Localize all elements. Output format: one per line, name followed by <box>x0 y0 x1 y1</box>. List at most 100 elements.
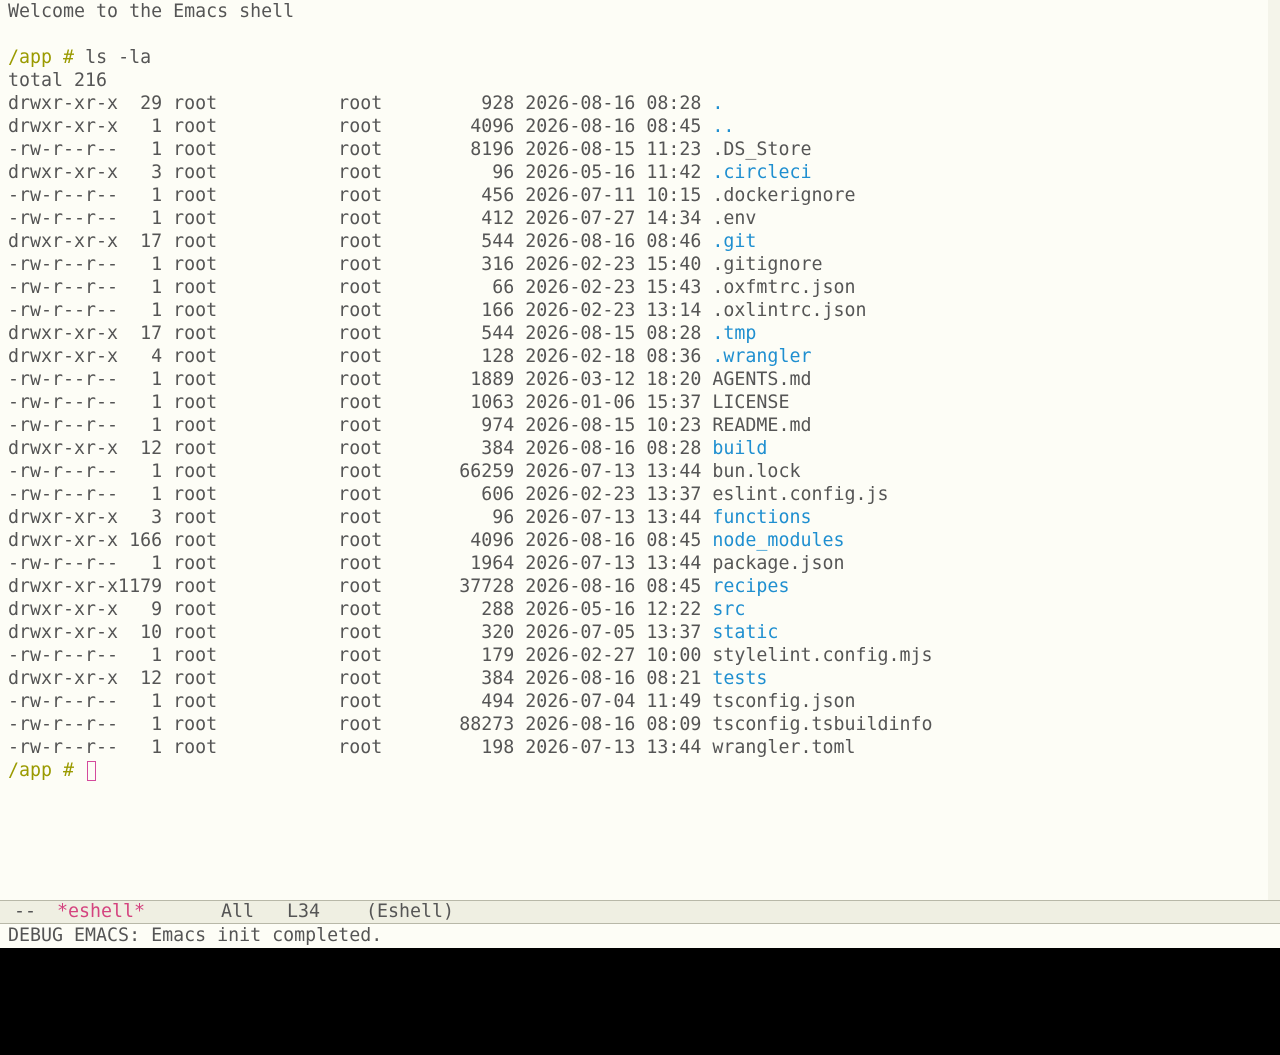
entry-meta: -rw-r--r-- 1 root root 1063 2026-01-06 1… <box>8 392 713 413</box>
listing-row: drwxr-xr-x 1 root root 4096 2026-08-16 0… <box>8 115 933 138</box>
listing-row: -rw-r--r-- 1 root root 974 2026-08-15 10… <box>8 414 933 437</box>
listing-row: -rw-r--r-- 1 root root 166 2026-02-23 13… <box>8 299 933 322</box>
listing-row: -rw-r--r-- 1 root root 456 2026-07-11 10… <box>8 184 933 207</box>
listing-row: drwxr-xr-x 3 root root 96 2026-07-13 13:… <box>8 506 933 529</box>
listing-row: drwxr-xr-x 12 root root 384 2026-08-16 0… <box>8 437 933 460</box>
file-name[interactable]: tsconfig.json <box>712 690 855 713</box>
ls-listing: drwxr-xr-x 29 root root 928 2026-08-16 0… <box>8 92 933 759</box>
entry-meta: drwxr-xr-x 3 root root 96 2026-07-13 13:… <box>8 507 713 528</box>
entry-meta: drwxr-xr-x 29 root root 928 2026-08-16 0… <box>8 93 713 114</box>
directory-name[interactable]: node_modules <box>712 529 844 552</box>
entry-meta: -rw-r--r-- 1 root root 1964 2026-07-13 1… <box>8 553 713 574</box>
file-name[interactable]: .DS_Store <box>712 138 811 161</box>
command-line: /app # ls -la <box>8 46 933 69</box>
entry-meta: -rw-r--r-- 1 root root 494 2026-07-04 11… <box>8 691 713 712</box>
file-name[interactable]: AGENTS.md <box>712 368 811 391</box>
file-name[interactable]: .env <box>712 207 756 230</box>
directory-name[interactable]: .git <box>712 230 756 253</box>
modeline-major-mode[interactable]: (Eshell) <box>366 901 454 923</box>
entry-meta: -rw-r--r-- 1 root root 316 2026-02-23 15… <box>8 254 713 275</box>
directory-name[interactable]: src <box>712 598 745 621</box>
entry-meta: drwxr-xr-x 4 root root 128 2026-02-18 08… <box>8 346 713 367</box>
entry-meta: -rw-r--r-- 1 root root 66259 2026-07-13 … <box>8 461 713 482</box>
current-prompt-line[interactable]: /app # <box>8 759 933 782</box>
file-name[interactable]: package.json <box>712 552 844 575</box>
file-name[interactable]: stylelint.config.mjs <box>712 644 932 667</box>
entry-meta: drwxr-xr-x 10 root root 320 2026-07-05 1… <box>8 622 713 643</box>
text-cursor <box>87 760 97 781</box>
modeline-line-number: L34 <box>287 901 321 922</box>
file-name[interactable]: README.md <box>712 414 811 437</box>
eshell-buffer[interactable]: Welcome to the Emacs shell /app # ls -la… <box>0 0 1268 900</box>
listing-row: -rw-r--r-- 1 root root 1063 2026-01-06 1… <box>8 391 933 414</box>
file-name[interactable]: wrangler.toml <box>712 736 855 759</box>
entry-meta: drwxr-xr-x 17 root root 544 2026-08-16 0… <box>8 231 713 252</box>
file-name[interactable]: LICENSE <box>712 391 789 414</box>
modeline-status: -- <box>14 901 37 922</box>
directory-name[interactable]: recipes <box>712 575 789 598</box>
entry-meta: -rw-r--r-- 1 root root 606 2026-02-23 13… <box>8 484 713 505</box>
entry-meta: drwxr-xr-x 12 root root 384 2026-08-16 0… <box>8 668 713 689</box>
listing-row: drwxr-xr-x 3 root root 96 2026-05-16 11:… <box>8 161 933 184</box>
directory-name[interactable]: .circleci <box>712 161 811 184</box>
entry-meta: drwxr-xr-x 166 root root 4096 2026-08-16… <box>8 530 713 551</box>
total-line: total 216 <box>8 70 108 91</box>
entry-meta: drwxr-xr-x 12 root root 384 2026-08-16 0… <box>8 438 713 459</box>
prompt: /app # <box>8 760 75 781</box>
echo-message: DEBUG EMACS: Emacs init completed. <box>8 925 383 946</box>
directory-name[interactable]: functions <box>712 506 811 529</box>
listing-row: drwxr-xr-x 17 root root 544 2026-08-16 0… <box>8 230 933 253</box>
listing-row: -rw-r--r-- 1 root root 66259 2026-07-13 … <box>8 460 933 483</box>
file-name[interactable]: .gitignore <box>712 253 822 276</box>
welcome-line: Welcome to the Emacs shell <box>8 1 295 22</box>
listing-row: drwxr-xr-x 29 root root 928 2026-08-16 0… <box>8 92 933 115</box>
listing-row: -rw-r--r-- 1 root root 88273 2026-08-16 … <box>8 713 933 736</box>
listing-row: -rw-r--r-- 1 root root 179 2026-02-27 10… <box>8 644 933 667</box>
entry-meta: drwxr-xr-x 9 root root 288 2026-05-16 12… <box>8 599 713 620</box>
entry-meta: drwxr-xr-x 3 root root 96 2026-05-16 11:… <box>8 162 713 183</box>
listing-row: drwxr-xr-x 12 root root 384 2026-08-16 0… <box>8 667 933 690</box>
mode-line: -- *eshell* All L34 (Eshell) <box>0 900 1280 924</box>
listing-row: -rw-r--r-- 1 root root 494 2026-07-04 11… <box>8 690 933 713</box>
modeline-buffer-name[interactable]: *eshell* <box>57 901 145 923</box>
directory-name[interactable]: static <box>712 621 778 644</box>
listing-row: -rw-r--r-- 1 root root 1889 2026-03-12 1… <box>8 368 933 391</box>
entry-meta: drwxr-xr-x 17 root root 544 2026-08-15 0… <box>8 323 713 344</box>
entry-meta: -rw-r--r-- 1 root root 198 2026-07-13 13… <box>8 737 713 758</box>
entry-meta: -rw-r--r-- 1 root root 166 2026-02-23 13… <box>8 300 713 321</box>
listing-row: -rw-r--r-- 1 root root 412 2026-07-27 14… <box>8 207 933 230</box>
directory-name[interactable]: .wrangler <box>712 345 811 368</box>
entry-meta: -rw-r--r-- 1 root root 1889 2026-03-12 1… <box>8 369 713 390</box>
listing-row: drwxr-xr-x1179 root root 37728 2026-08-1… <box>8 575 933 598</box>
directory-name[interactable]: . <box>712 92 723 115</box>
file-name[interactable]: tsconfig.tsbuildinfo <box>712 713 932 736</box>
entry-meta: drwxr-xr-x1179 root root 37728 2026-08-1… <box>8 576 713 597</box>
right-fringe <box>1268 0 1280 900</box>
entry-meta: -rw-r--r-- 1 root root 974 2026-08-15 10… <box>8 415 713 436</box>
entry-meta: -rw-r--r-- 1 root root 179 2026-02-27 10… <box>8 645 713 666</box>
entry-meta: -rw-r--r-- 1 root root 412 2026-07-27 14… <box>8 208 713 229</box>
file-name[interactable]: eslint.config.js <box>712 483 888 506</box>
file-name[interactable]: .dockerignore <box>712 184 855 207</box>
file-name[interactable]: bun.lock <box>712 460 800 483</box>
entry-meta: drwxr-xr-x 1 root root 4096 2026-08-16 0… <box>8 116 713 137</box>
directory-name[interactable]: build <box>712 437 767 460</box>
directory-name[interactable]: .tmp <box>712 322 756 345</box>
entry-meta: -rw-r--r-- 1 root root 66 2026-02-23 15:… <box>8 277 713 298</box>
emacs-frame: Welcome to the Emacs shell /app # ls -la… <box>0 0 1280 948</box>
file-name[interactable]: .oxfmtrc.json <box>712 276 855 299</box>
listing-row: drwxr-xr-x 17 root root 544 2026-08-15 0… <box>8 322 933 345</box>
prompt: /app # <box>8 47 75 68</box>
file-name[interactable]: .oxlintrc.json <box>712 299 866 322</box>
buffer-lines: Welcome to the Emacs shell /app # ls -la… <box>8 0 933 782</box>
listing-row: drwxr-xr-x 4 root root 128 2026-02-18 08… <box>8 345 933 368</box>
echo-area: DEBUG EMACS: Emacs init completed. <box>0 924 1280 948</box>
modeline-position: All <box>221 901 255 922</box>
directory-name[interactable]: .. <box>712 115 734 138</box>
listing-row: -rw-r--r-- 1 root root 8196 2026-08-15 1… <box>8 138 933 161</box>
listing-row: drwxr-xr-x 9 root root 288 2026-05-16 12… <box>8 598 933 621</box>
entry-meta: -rw-r--r-- 1 root root 88273 2026-08-16 … <box>8 714 713 735</box>
directory-name[interactable]: tests <box>712 667 767 690</box>
listing-row: -rw-r--r-- 1 root root 66 2026-02-23 15:… <box>8 276 933 299</box>
